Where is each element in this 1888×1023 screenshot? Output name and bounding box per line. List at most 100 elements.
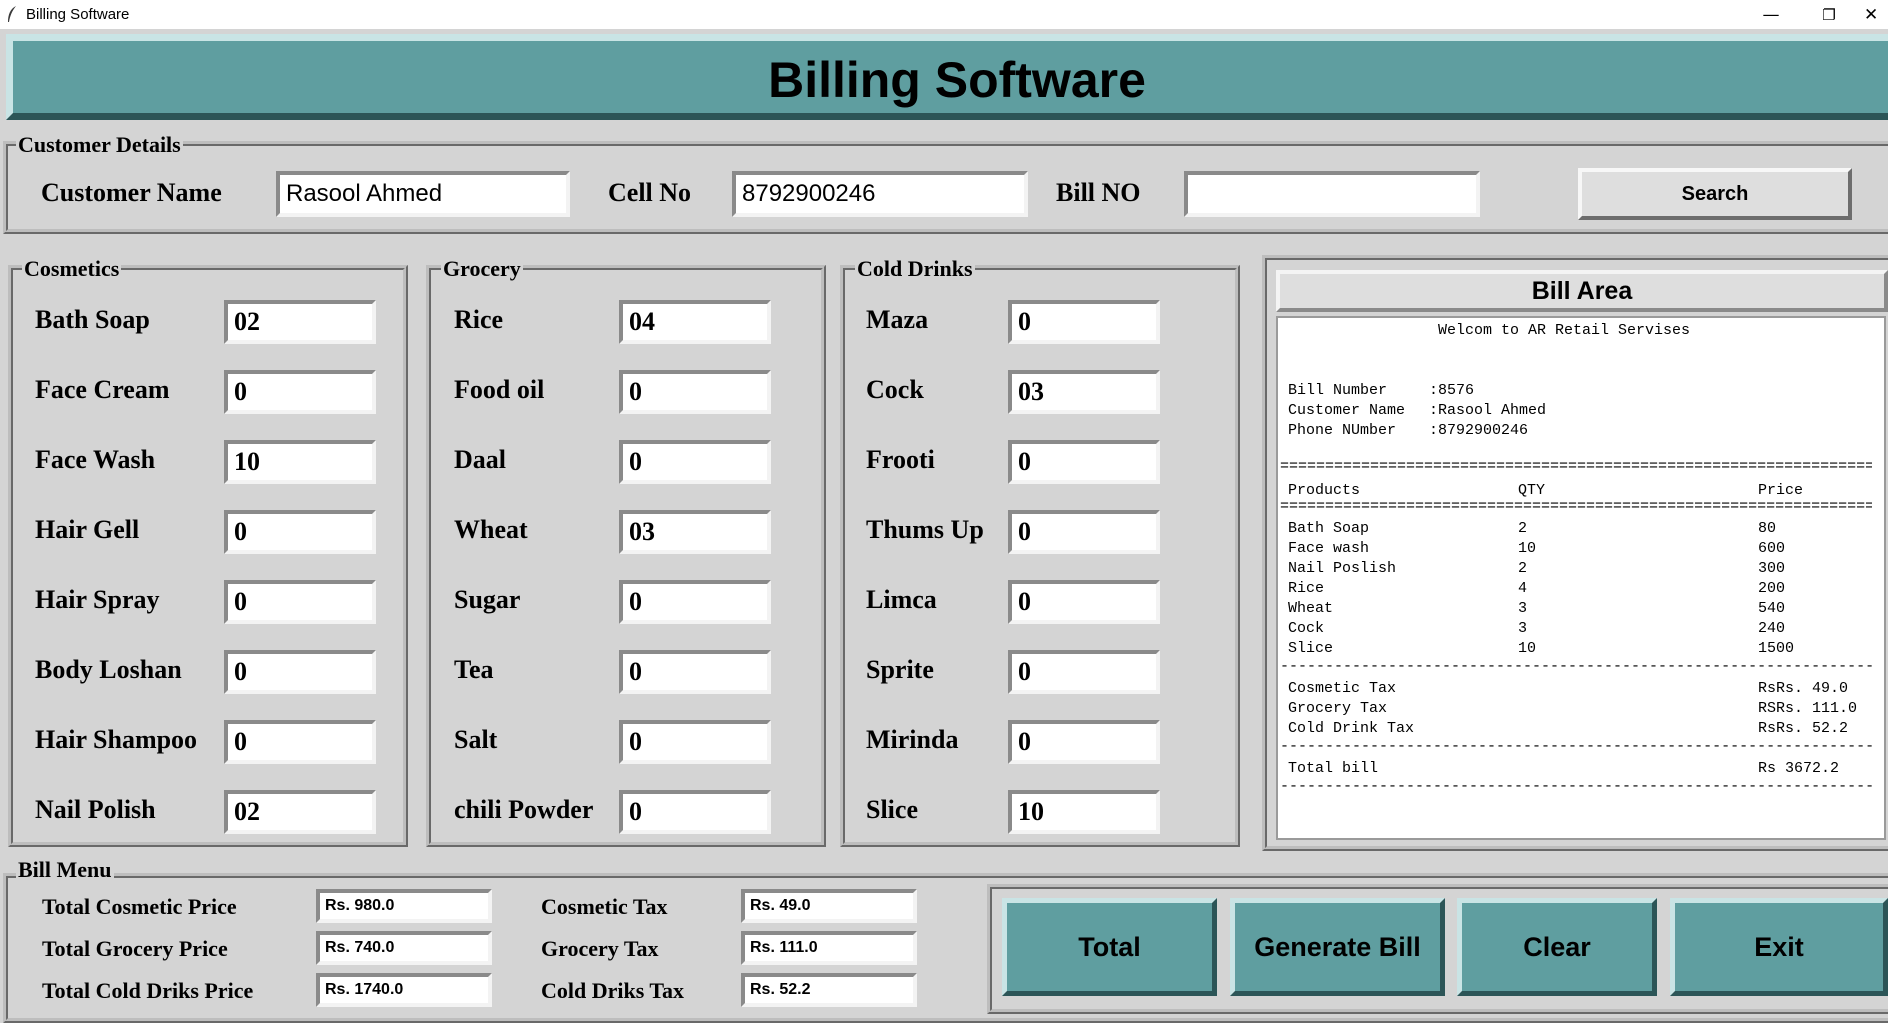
bill-tax-label: Cold Drink Tax	[1288, 720, 1415, 737]
minimize-button[interactable]: —	[1748, 0, 1794, 29]
app-header: Billing Software	[6, 34, 1888, 120]
customer-name-line-value: :Rasool Ahmed	[1429, 402, 1547, 419]
cold-drinks-qty-input[interactable]	[1008, 440, 1160, 484]
maximize-button[interactable]: ❐	[1806, 0, 1852, 29]
bill-line-qty: 3	[1518, 600, 1528, 617]
cold-drinks-item-label: Slice	[866, 795, 918, 824]
customer-name-line-label: Customer Name	[1288, 402, 1406, 419]
cold-drinks-item-label: Frooti	[866, 445, 935, 474]
cold-drinks-item-label: Maza	[866, 305, 929, 334]
bill-line-product: Rice	[1288, 580, 1325, 597]
cold-tax-field[interactable]	[741, 973, 917, 1007]
grocery-qty-input[interactable]	[619, 510, 771, 554]
clear-button[interactable]: Clear	[1457, 898, 1657, 996]
cell-no-input[interactable]	[732, 171, 1028, 217]
cosmetics-qty-input[interactable]	[224, 650, 376, 694]
cosmetics-item-label: Hair Shampoo	[35, 725, 198, 754]
cold-drinks-item-label: Thums Up	[866, 515, 984, 544]
bill-rule: ----------------------------------------…	[1280, 782, 1872, 792]
cold-drinks-qty-input[interactable]	[1008, 300, 1160, 344]
cosmetics-item-label: Body Loshan	[35, 655, 182, 684]
cold-drinks-qty-input[interactable]	[1008, 580, 1160, 624]
bill-line-qty: 2	[1518, 520, 1528, 537]
cosmetics-label: Cosmetics	[22, 256, 122, 282]
exit-button[interactable]: Exit	[1670, 898, 1888, 996]
grocery-tax-field[interactable]	[741, 931, 917, 965]
bill-tax-value: RsRs. 49.0	[1758, 680, 1849, 697]
bill-line-qty: 10	[1518, 540, 1537, 557]
phone-line-label: Phone NUmber	[1288, 422, 1397, 439]
grocery-item-label: Salt	[454, 725, 498, 754]
customer-name-label: Customer Name	[41, 178, 222, 207]
grocery-item-label: Tea	[454, 655, 494, 684]
bill-tax-label: Grocery Tax	[1288, 700, 1388, 717]
cold-drinks-qty-input[interactable]	[1008, 790, 1160, 834]
search-button[interactable]: Search	[1578, 168, 1852, 220]
grocery-qty-input[interactable]	[619, 370, 771, 414]
bill-no-input[interactable]	[1184, 171, 1480, 217]
grocery-item-label: Rice	[454, 305, 504, 334]
window-title-bar: Billing Software — ❐ ✕	[0, 0, 1888, 29]
cosmetics-qty-input[interactable]	[224, 440, 376, 484]
bill-line-product: Cock	[1288, 620, 1325, 637]
total-button[interactable]: Total	[1002, 898, 1217, 996]
total-grocery-label: Total Grocery Price	[42, 936, 228, 961]
cosmetic-tax-field[interactable]	[741, 889, 917, 923]
cold-drinks-qty-input[interactable]	[1008, 370, 1160, 414]
bill-line-price: 300	[1758, 560, 1786, 577]
cold-drinks-label: Cold Drinks	[855, 256, 975, 282]
bill-header-qty: QTY	[1518, 482, 1546, 499]
grocery-qty-input[interactable]	[619, 440, 771, 484]
bill-number-label: Bill Number	[1288, 382, 1388, 399]
grocery-qty-input[interactable]	[619, 720, 771, 764]
grocery-label: Grocery	[441, 256, 523, 282]
bill-line-price: 600	[1758, 540, 1786, 557]
phone-line-value: :8792900246	[1429, 422, 1529, 439]
bill-rule: ========================================…	[1280, 462, 1872, 472]
customer-details-label: Customer Details	[16, 132, 183, 158]
bill-line-product: Face wash	[1288, 540, 1370, 557]
bill-area-title: Bill Area	[1276, 270, 1888, 312]
total-cold-field[interactable]	[316, 973, 492, 1007]
cell-no-label: Cell No	[608, 178, 692, 207]
bill-tax-value: RSRs. 111.0	[1758, 700, 1858, 717]
cosmetics-qty-input[interactable]	[224, 510, 376, 554]
bill-line-qty: 4	[1518, 580, 1528, 597]
bill-line-qty: 3	[1518, 620, 1528, 637]
cosmetics-qty-input[interactable]	[224, 720, 376, 764]
close-button[interactable]: ✕	[1864, 0, 1888, 29]
cosmetics-item-label: Face Cream	[35, 375, 170, 404]
cosmetics-item-label: Hair Gell	[35, 515, 140, 544]
generate-bill-button[interactable]: Generate Bill	[1230, 898, 1445, 996]
total-cold-label: Total Cold Driks Price	[42, 978, 254, 1003]
bill-menu-label: Bill Menu	[16, 857, 114, 883]
grocery-qty-input[interactable]	[619, 650, 771, 694]
grocery-item-label: Sugar	[454, 585, 521, 614]
cold-drinks-qty-input[interactable]	[1008, 720, 1160, 764]
total-cosmetic-field[interactable]	[316, 889, 492, 923]
cold-drinks-item-label: Limca	[866, 585, 937, 614]
customer-name-input[interactable]	[276, 171, 570, 217]
window-title: Billing Software	[26, 6, 130, 23]
grocery-qty-input[interactable]	[619, 580, 771, 624]
bill-line-price: 200	[1758, 580, 1786, 597]
total-cosmetic-label: Total Cosmetic Price	[42, 894, 237, 919]
bill-header-products: Products	[1288, 482, 1361, 499]
total-bill-label: Total bill	[1288, 760, 1379, 777]
grocery-qty-input[interactable]	[619, 300, 771, 344]
cosmetics-item-label: Face Wash	[35, 445, 156, 474]
cosmetics-qty-input[interactable]	[224, 300, 376, 344]
cold-drinks-qty-input[interactable]	[1008, 510, 1160, 554]
cosmetics-qty-input[interactable]	[224, 580, 376, 624]
bill-line-price: 1500	[1758, 640, 1795, 657]
cosmetics-item-label: Hair Spray	[35, 585, 160, 614]
bill-text-area[interactable]: Welcom to AR Retail Servises Bill Number…	[1276, 316, 1886, 840]
cosmetics-qty-input[interactable]	[224, 790, 376, 834]
cosmetics-item-label: Nail Polish	[35, 795, 156, 824]
bill-line-price: 240	[1758, 620, 1786, 637]
bill-line-price: 540	[1758, 600, 1786, 617]
cosmetics-qty-input[interactable]	[224, 370, 376, 414]
total-grocery-field[interactable]	[316, 931, 492, 965]
grocery-qty-input[interactable]	[619, 790, 771, 834]
cold-drinks-qty-input[interactable]	[1008, 650, 1160, 694]
